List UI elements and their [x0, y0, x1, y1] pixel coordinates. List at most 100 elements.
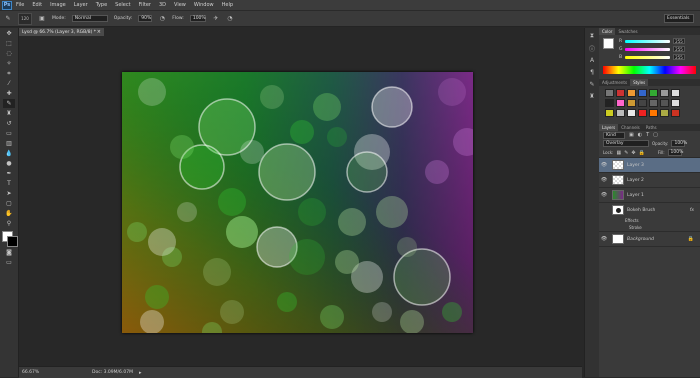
brush-preset-picker[interactable]: 120 [18, 12, 32, 25]
pressure-opacity-icon[interactable]: ◔ [158, 15, 166, 23]
eyedropper-tool-icon[interactable]: ⁄ [3, 79, 15, 88]
color-spectrum[interactable] [603, 66, 696, 74]
zoom-level[interactable]: 66.67% [19, 370, 52, 375]
flow-field[interactable]: 100% [189, 15, 206, 22]
menu-help[interactable]: Help [218, 2, 237, 8]
shape-tool-icon[interactable]: ▢ [3, 199, 15, 208]
layer-row-layer-3[interactable]: 👁 Layer 3 [599, 158, 700, 173]
hand-tool-icon[interactable]: ✋ [3, 209, 15, 218]
layer-row-bokeh-brush[interactable]: Bokeh Brush fx [599, 203, 700, 217]
style-swatch[interactable] [605, 109, 614, 117]
menu-image[interactable]: Image [46, 2, 70, 8]
history-icon[interactable]: ⧗ [588, 32, 597, 40]
brush-tool-icon[interactable]: ✎ [4, 15, 12, 23]
style-swatch[interactable] [616, 99, 625, 107]
tab-channels[interactable]: Channels [618, 124, 643, 131]
opacity-field[interactable]: 90% [138, 15, 153, 22]
eraser-tool-icon[interactable]: ▭ [3, 129, 15, 138]
fx-badge[interactable]: fx [690, 208, 694, 213]
visibility-toggle[interactable] [599, 207, 609, 213]
character-icon[interactable]: A [588, 56, 597, 64]
style-swatch[interactable] [627, 89, 636, 97]
stroke-row[interactable]: Stroke [599, 224, 700, 231]
style-swatch[interactable] [649, 109, 658, 117]
dodge-tool-icon[interactable]: ● [3, 159, 15, 168]
menu-filter[interactable]: Filter [135, 2, 155, 8]
canvas[interactable] [122, 72, 473, 333]
style-swatch[interactable] [660, 89, 669, 97]
style-swatch[interactable] [605, 99, 614, 107]
airbrush-icon[interactable]: ✈ [212, 15, 220, 23]
layer-row-layer-2[interactable]: 👁 Layer 2 [599, 173, 700, 188]
menu-select[interactable]: Select [111, 2, 134, 8]
style-swatch[interactable] [649, 89, 658, 97]
pen-tool-icon[interactable]: ✒ [3, 169, 15, 178]
green-slider[interactable]: G 255 [599, 45, 700, 53]
style-swatch[interactable] [616, 89, 625, 97]
red-slider[interactable]: R 255 [599, 37, 700, 45]
style-swatch[interactable] [660, 99, 669, 107]
style-swatch[interactable] [660, 109, 669, 117]
visibility-eye-icon[interactable]: 👁 [599, 192, 609, 198]
green-value[interactable]: 255 [673, 46, 685, 52]
blue-track[interactable] [625, 55, 670, 59]
brush-icon[interactable]: ✎ [588, 80, 597, 88]
style-swatch[interactable] [649, 99, 658, 107]
fill-field[interactable]: 100% [667, 149, 683, 156]
healing-tool-icon[interactable]: ✚ [3, 89, 15, 98]
red-track[interactable] [625, 39, 670, 43]
filter-pixel-icon[interactable]: ▣ [629, 132, 634, 138]
style-swatch[interactable] [638, 109, 647, 117]
path-select-tool-icon[interactable]: ➤ [3, 189, 15, 198]
blue-value[interactable]: 255 [673, 54, 685, 60]
visibility-eye-icon[interactable]: 👁 [599, 162, 609, 168]
layer-name[interactable]: Layer 1 [627, 193, 644, 198]
lasso-tool-icon[interactable]: ◌ [3, 49, 15, 58]
visibility-eye-icon[interactable]: 👁 [599, 177, 609, 183]
quick-mask-icon[interactable]: ◙ [3, 248, 15, 257]
background-color-swatch[interactable] [7, 236, 18, 247]
style-swatch[interactable] [616, 109, 625, 117]
layer-name[interactable]: Layer 3 [627, 163, 644, 168]
lock-transparent-icon[interactable]: ▦ [616, 150, 621, 156]
blue-slider[interactable]: B 255 [599, 53, 700, 61]
layer-name[interactable]: Bokeh Brush [627, 208, 655, 213]
style-swatch[interactable] [638, 99, 647, 107]
lock-image-icon[interactable]: ✎ [624, 150, 628, 156]
color-swatches[interactable] [2, 231, 18, 247]
layer-row-layer-1[interactable]: 👁 Layer 1 [599, 188, 700, 203]
layer-opacity-field[interactable]: 100% [671, 140, 687, 147]
layer-name[interactable]: Layer 2 [627, 178, 644, 183]
menu-edit[interactable]: Edit [28, 2, 46, 8]
tab-adjustments[interactable]: Adjustments [599, 79, 630, 86]
style-swatch[interactable] [605, 89, 614, 97]
zoom-tool-icon[interactable]: ⚲ [3, 219, 15, 228]
menu-3d[interactable]: 3D [155, 2, 170, 8]
mode-select[interactable]: Normal [71, 15, 108, 22]
lock-all-icon[interactable]: 🔒 [639, 150, 645, 156]
style-swatch[interactable] [627, 99, 636, 107]
visibility-eye-icon[interactable]: 👁 [599, 236, 609, 242]
style-swatch[interactable] [638, 89, 647, 97]
blur-tool-icon[interactable]: 💧 [3, 149, 15, 158]
gradient-tool-icon[interactable]: ▥ [3, 139, 15, 148]
menu-type[interactable]: Type [92, 2, 111, 8]
menu-view[interactable]: View [170, 2, 190, 8]
clone-stamp-tool-icon[interactable]: ♜ [3, 109, 15, 118]
marquee-tool-icon[interactable]: ⬚ [3, 39, 15, 48]
workspace-select[interactable]: Essentials [664, 14, 694, 23]
type-tool-icon[interactable]: T [3, 179, 15, 188]
properties-icon[interactable]: ⓘ [588, 44, 597, 53]
red-value[interactable]: 255 [673, 38, 685, 44]
style-swatch[interactable] [671, 109, 680, 117]
filter-type-icon[interactable]: T [646, 132, 649, 138]
screen-mode-icon[interactable]: ▭ [3, 258, 15, 267]
document-size[interactable]: Doc: 3.09M/6.07M [92, 370, 133, 375]
tab-layers[interactable]: Layers [599, 124, 619, 131]
tab-styles[interactable]: Styles [630, 79, 649, 86]
style-swatch[interactable] [671, 99, 680, 107]
menu-window[interactable]: Window [190, 2, 218, 8]
tab-paths[interactable]: Paths [643, 124, 660, 131]
layer-kind-filter[interactable]: Kind [603, 131, 625, 139]
layer-row-background[interactable]: 👁 Background 🔒 [599, 231, 700, 247]
